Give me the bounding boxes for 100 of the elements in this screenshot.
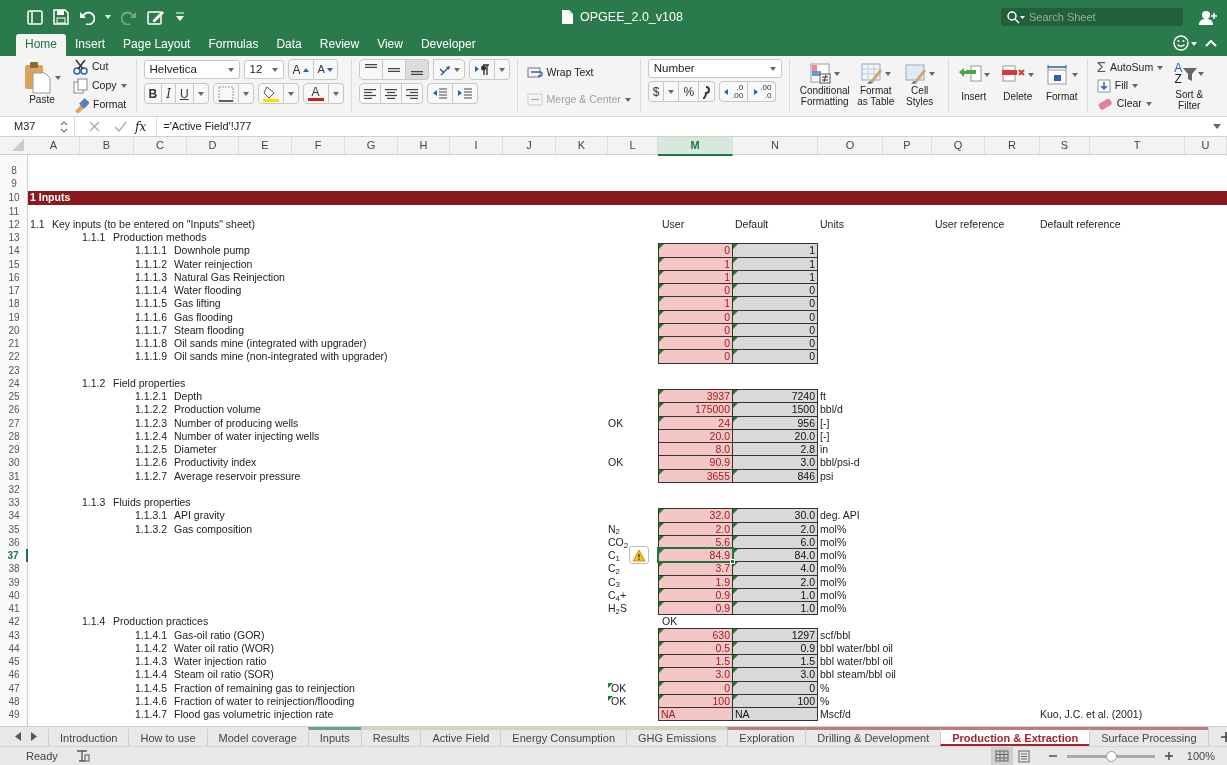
input-cell[interactable]: 1 [658,296,733,311]
row-number[interactable]: 14 [0,244,28,258]
format-cells-button[interactable]: Format [1043,59,1080,113]
row-number[interactable]: 19 [0,310,28,324]
font-select[interactable]: Helvetica [143,60,240,79]
add-sheet-icon[interactable] [1220,731,1227,742]
row-number[interactable]: 15 [0,257,28,271]
row-number[interactable]: 36 [0,535,28,549]
row-number[interactable]: 12 [0,217,28,231]
column-header[interactable]: F [292,137,345,156]
input-cell[interactable]: 32.0 [658,508,733,523]
row-number[interactable]: 33 [0,496,28,510]
formula-field[interactable]: ='Active Field'!J77 [163,118,252,135]
input-cell[interactable]: 0 [658,336,733,351]
normal-view-button[interactable] [990,747,1013,765]
column-header[interactable]: M [658,137,733,156]
orientation-button[interactable] [432,59,465,80]
row-number[interactable]: 27 [0,416,28,430]
column-header[interactable]: J [503,137,556,156]
sort-filter-button[interactable]: A Z Sort & Filter [1169,59,1210,113]
input-cell[interactable]: 0 [658,243,733,258]
previous-sheet-icon[interactable] [14,732,22,741]
format-painter-button[interactable]: Format [71,97,129,113]
paragraph-direction-button[interactable] [468,59,495,80]
grow-font-button[interactable]: A [287,59,314,80]
row-number[interactable]: 44 [0,641,28,655]
customize-icon[interactable] [175,12,185,22]
row-number[interactable]: 47 [0,681,28,695]
row-number[interactable]: 18 [0,297,28,311]
row-number[interactable]: 42 [0,615,28,629]
row-number[interactable]: 32 [0,482,28,496]
row-number[interactable]: 34 [0,509,28,523]
align-center-button[interactable] [380,83,402,104]
ribbon-tab[interactable]: Insert [66,34,115,56]
row-number[interactable]: 10 [0,190,28,205]
slider-thumb[interactable] [1105,750,1117,762]
macro-record-icon[interactable] [75,750,90,762]
column-header[interactable]: R [985,137,1040,156]
input-cell[interactable]: 630 [658,627,733,642]
fill-handle[interactable] [730,559,735,565]
copy-button[interactable]: Copy [71,78,129,94]
row-number[interactable]: 8 [0,164,28,178]
row-number[interactable]: 41 [0,602,28,616]
row-number[interactable]: 38 [0,562,28,576]
autosum-button[interactable]: Σ AutoSum [1094,59,1166,76]
zoom-in-icon[interactable] [1164,752,1173,760]
align-right-button[interactable] [401,83,423,104]
input-cell[interactable]: 3.0 [658,667,733,682]
input-cell[interactable]: 0.9 [658,601,733,616]
row-number[interactable]: 22 [0,350,28,364]
currency-menu-button[interactable] [664,81,680,102]
decrease-decimal-button[interactable]: .00 .0 [748,81,777,102]
row-number[interactable]: 40 [0,588,28,602]
row-number[interactable]: 39 [0,575,28,589]
insert-function-button[interactable]: fx [135,117,147,136]
ribbon-tab[interactable]: View [368,34,412,56]
sidebar-icon[interactable] [27,9,43,25]
row-number[interactable]: 17 [0,284,28,298]
row-number[interactable]: 35 [0,522,28,536]
column-header[interactable]: Q [932,137,985,156]
input-cell[interactable]: NA [658,707,733,722]
currency-button[interactable]: $ [647,81,665,102]
row-number[interactable]: 28 [0,429,28,443]
input-cell[interactable]: 84.9 [658,548,733,563]
ribbon-tab[interactable]: Home [16,34,66,56]
align-bottom-button[interactable] [405,59,429,80]
name-box[interactable]: M37 [0,117,75,136]
row-number[interactable]: 11 [0,204,28,218]
column-header[interactable]: A [28,137,80,156]
column-header[interactable]: T [1090,137,1185,156]
search-field[interactable]: Search Sheet [1001,8,1183,26]
percent-button[interactable]: % [679,81,700,102]
row-number[interactable]: 24 [0,376,28,390]
clear-button[interactable]: Clear [1094,95,1166,112]
column-header[interactable]: B [80,137,134,156]
row-number[interactable]: 20 [0,323,28,337]
italic-button[interactable]: I [162,83,176,104]
borders-button[interactable] [212,83,239,104]
row-number[interactable]: 29 [0,443,28,457]
ribbon-tab[interactable]: Formulas [199,34,268,56]
conditional-formatting-button[interactable]: Conditional Formatting [796,59,853,113]
row-number[interactable]: 31 [0,469,28,483]
increase-decimal-button[interactable]: .0 .00 [719,81,749,102]
warning-button[interactable] [629,546,649,564]
font-color-button[interactable]: A [302,83,329,104]
input-cell[interactable]: 175000 [658,402,733,417]
align-top-button[interactable] [358,59,383,80]
row-number[interactable]: 45 [0,655,28,669]
collapse-icon[interactable] [1205,38,1217,48]
row-number[interactable]: 43 [0,628,28,642]
paste-button[interactable]: Paste [21,59,63,113]
sheet-tab[interactable]: Production & Extraction [940,727,1090,746]
undo-icon[interactable] [79,9,95,25]
align-left-button[interactable] [358,83,381,104]
row-number[interactable]: 23 [0,363,28,377]
column-header[interactable]: U [1185,137,1227,156]
input-cell[interactable]: 1.5 [658,654,733,669]
comma-style-button[interactable] [699,81,716,102]
font-size-select[interactable]: 12 [243,60,284,79]
shrink-font-button[interactable]: A [313,59,338,80]
